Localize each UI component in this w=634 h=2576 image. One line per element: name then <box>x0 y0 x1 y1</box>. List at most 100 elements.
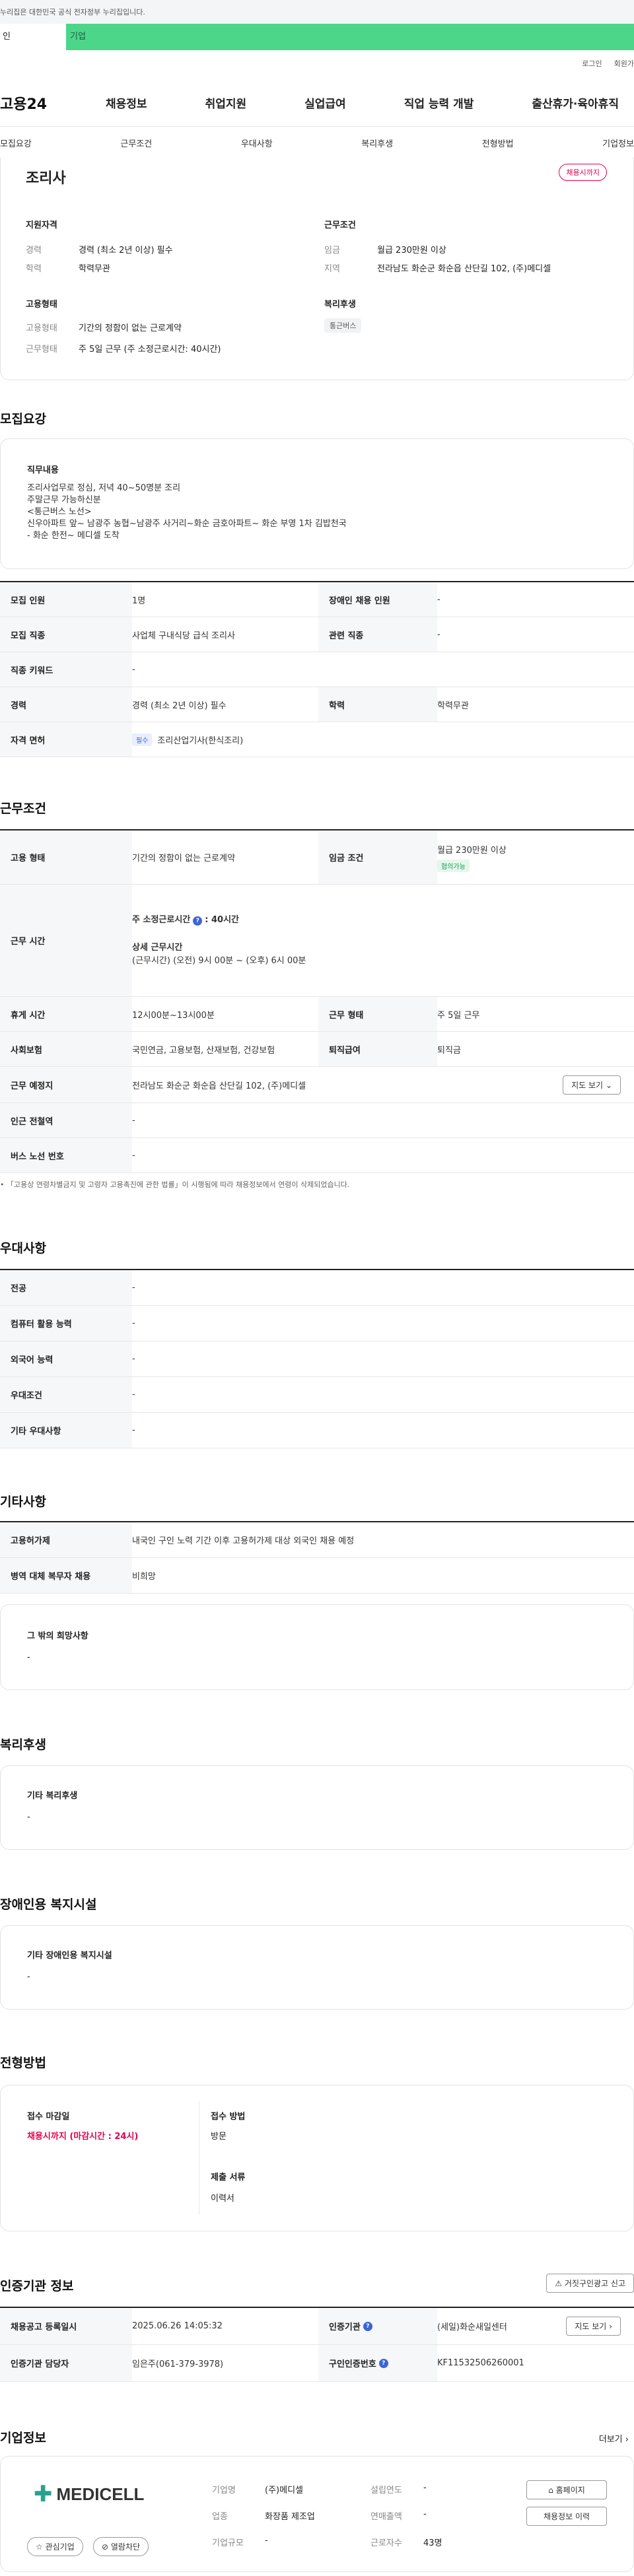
table-row: 근무 예정지 전라남도 화순군 화순읍 산단길 102, (주)메디셀 지도 보… <box>0 1067 634 1103</box>
table-row: 모집 인원 1명 장애인 채용 인원 - <box>0 582 634 617</box>
duty-line: <통근버스 노선> <box>27 507 92 517</box>
map-button[interactable]: 지도 보기 ⌄ <box>563 1075 621 1095</box>
section-title-company: 기업정보 <box>0 2431 46 2445</box>
anchor-recruit[interactable]: 모집요강 <box>0 137 32 149</box>
false-ad-report-button[interactable]: ⚠ 거짓구인광고 신고 <box>546 2274 634 2293</box>
negotiable-chip: 협의가능 <box>437 859 470 872</box>
table-row: 버스 노선 번호 - <box>0 1138 634 1173</box>
nav-jobs[interactable]: 채용정보 <box>106 94 147 111</box>
user-type-tabs: 인 기업 <box>0 24 634 50</box>
agency-table: 채용공고 등록일시 2025.06.26 14:05:32 인증기관? (세일)… <box>0 2307 634 2382</box>
company-field: 설립연도 - <box>370 2483 427 2495</box>
section-title-disability: 장애인용 복지시설 <box>0 1897 97 1912</box>
qual-education: 학력 학력무관 <box>26 264 110 274</box>
section-title-recruit: 모집요강 <box>0 412 46 426</box>
disability-card: 기타 장애인용 복지시설 - <box>0 1925 634 2010</box>
job-history-button[interactable]: 채용정보 이력 <box>526 2507 607 2526</box>
work-place-value: 전라남도 화순군 화순읍 산단길 102, (주)메디셀 <box>132 1081 306 1091</box>
table-row: 근무 시간 주 소정근로시간?: 40시간 상세 근무시간 (근무시간) (오전… <box>0 885 634 997</box>
anchor-company[interactable]: 기업정보 <box>602 137 634 149</box>
signup-link[interactable]: 회원가 <box>614 58 634 69</box>
help-icon[interactable]: ? <box>193 916 203 926</box>
table-row: 직종 키워드 - <box>0 652 634 687</box>
nav-unemployment-benefit[interactable]: 실업급여 <box>304 94 346 111</box>
login-link[interactable]: 로그인 <box>582 58 602 69</box>
pref-table: 전공 - 컴퓨터 활용 능력 - 외국어 능력 - 우대조건 - 기타 우대사항 - <box>0 1269 634 1448</box>
deadline-value: 채용시까지 (마감시간 : 24시) <box>27 2132 139 2142</box>
welfare-box-title: 기타 복리후생 <box>27 1791 78 1801</box>
tab-company[interactable]: 기업 <box>66 24 634 50</box>
duty-line: 신우아파트 앞~ 남광주 농협~남광주 사거리~화순 금호아파트~ 화순 부영 … <box>27 519 347 529</box>
block-view-button[interactable]: ⊘ 열람차단 <box>93 2537 149 2556</box>
job-title: 조리사 <box>26 170 66 187</box>
anchor-select[interactable]: 전형방법 <box>482 137 514 149</box>
cond-title: 근무조건 <box>324 220 356 230</box>
emp-type: 고용형태 기간의 정함이 없는 근로계약 <box>26 323 182 333</box>
age-notice: • 「고용상 연령차별금지 및 고령자 고용촉진에 관한 법률」이 시행됨에 따… <box>0 1180 350 1189</box>
company-field: 업종 화장품 제조업 <box>212 2512 315 2522</box>
company-field: 근로자수 43명 <box>370 2538 442 2548</box>
more-link[interactable]: 더보기 › <box>599 2432 629 2445</box>
fav-company-button[interactable]: ☆ 관심기업 <box>27 2537 83 2556</box>
disab-box-title: 기타 장애인용 복지시설 <box>27 1951 112 1961</box>
section-title-select: 전형방법 <box>0 2056 46 2070</box>
table-row: 외국어 능력 - <box>0 1341 634 1377</box>
hope-title: 그 밖의 희망사항 <box>27 1631 88 1641</box>
home-icon: ⌂ <box>548 2486 556 2495</box>
table-row: 병역 대체 복무자 채용 비희망 <box>0 1558 634 1594</box>
etc-hope-card: 그 밖의 희망사항 - <box>0 1604 634 1690</box>
license-value: 조리산업기사(한식조리) <box>157 735 244 746</box>
site-logo[interactable]: 고용24 <box>0 92 73 114</box>
agency-name: (세일)화순새일센터 <box>437 2322 507 2332</box>
etc-table: 고용허가제 내국인 구인 노력 기간 이후 고용허가제 대상 외국인 채용 예정 … <box>0 1521 634 1594</box>
table-row: 자격 면허 필수 조리산업기사(한식조리) <box>0 722 634 757</box>
welfare-title: 복리후생 <box>324 300 356 310</box>
block-icon: ⊘ <box>102 2542 111 2552</box>
tab-individual[interactable]: 인 <box>0 24 66 50</box>
job-summary-card: 조리사 채용시까지 지원자격 경력 경력 (최소 2년 이상) 필수 학력 학력무관… <box>0 157 634 380</box>
table-row: 휴게 시간 12시00분~13시00분 근무 형태 주 5일 근무 <box>0 997 634 1032</box>
medicell-cross-icon: ✚ <box>34 2481 53 2507</box>
gov-banner-text: 누리집은 대한민국 공식 전자정부 누리집입니다. <box>0 8 145 17</box>
section-anchor-tabs: 모집요강 근무조건 우대사항 복리후생 전형방법 기업정보 <box>0 127 634 160</box>
table-row: 인증기관 담당자 임은주(061-379-3978) 구인인증번호? KF115… <box>0 2345 634 2382</box>
work-table: 고용 형태 기간의 정함이 없는 근로계약 임금 조건 월급 230만원 이상 협… <box>0 829 634 1173</box>
method-title: 접수 방법 <box>211 2112 246 2122</box>
weekly-hours-label: 주 소정근로시간 <box>132 914 191 925</box>
table-row: 고용허가제 내국인 구인 노력 기간 이후 고용허가제 대상 외국인 채용 예정 <box>0 1522 634 1558</box>
section-title-pref: 우대사항 <box>0 1241 46 1256</box>
cond-region: 지역 전라남도 화순군 화순읍 산단길 102, (주)메디셀 <box>324 264 551 274</box>
disab-box-value: - <box>27 1972 30 1982</box>
table-row: 사회보험 국민연금, 고용보험, 산재보험, 건강보험 퇴직급여 퇴직금 <box>0 1032 634 1067</box>
duty-title: 직무내용 <box>27 465 59 475</box>
welfare-card: 기타 복리후생 - <box>0 1765 634 1850</box>
help-icon[interactable]: ? <box>378 2358 388 2368</box>
docs-value: 이력서 <box>211 2194 234 2204</box>
anchor-welfare[interactable]: 복리후생 <box>361 137 393 149</box>
global-nav: 고용24 채용정보 취업지원 실업급여 직업 능력 개발 출산휴가·육아휴직 <box>0 79 634 127</box>
homepage-button[interactable]: ⌂ 홈페이지 <box>526 2480 607 2499</box>
wage-value: 월급 230만원 이상 <box>437 845 507 856</box>
required-tag: 필수 <box>132 733 153 746</box>
company-field: 기업규모 - <box>212 2536 268 2548</box>
table-row: 기타 우대사항 - <box>0 1413 634 1448</box>
select-card: 접수 마감일 채용시까지 (마감시간 : 24시) 접수 방법 방문 제출 서류… <box>0 2085 634 2231</box>
nav-parental-leave[interactable]: 출산휴가·육아휴직 <box>532 94 619 111</box>
agency-map-button[interactable]: 지도 보기 › <box>566 2317 621 2336</box>
anchor-pref[interactable]: 우대사항 <box>241 137 273 149</box>
duty-line: - 화순 한전~ 메디셀 도착 <box>27 531 120 541</box>
anchor-work[interactable]: 근무조건 <box>120 137 152 149</box>
nav-vocational-training[interactable]: 직업 능력 개발 <box>404 94 474 111</box>
section-title-welfare: 복리후생 <box>0 1738 46 1752</box>
table-row: 모집 직종 사업체 구내식당 급식 조리사 관련 직종 - <box>0 617 634 652</box>
recruit-table: 모집 인원 1명 장애인 채용 인원 - 모집 직종 사업체 구내식당 급식 조… <box>0 581 634 757</box>
duty-line: 주말근무 가능하신분 <box>27 495 101 505</box>
utility-links: 로그인 회원가 <box>582 58 634 69</box>
duty-line: 조리사업무로 정심, 저녁 40~50명분 조리 <box>27 483 181 493</box>
cond-wage: 임금 월급 230만원 이상 <box>324 246 446 255</box>
detail-hours-title: 상세 근무시간 <box>132 942 183 953</box>
nav-employment-support[interactable]: 취업지원 <box>205 94 247 111</box>
chevron-right-icon: › <box>625 2435 629 2445</box>
help-icon[interactable]: ? <box>363 2321 372 2331</box>
star-icon: ☆ <box>36 2542 46 2552</box>
